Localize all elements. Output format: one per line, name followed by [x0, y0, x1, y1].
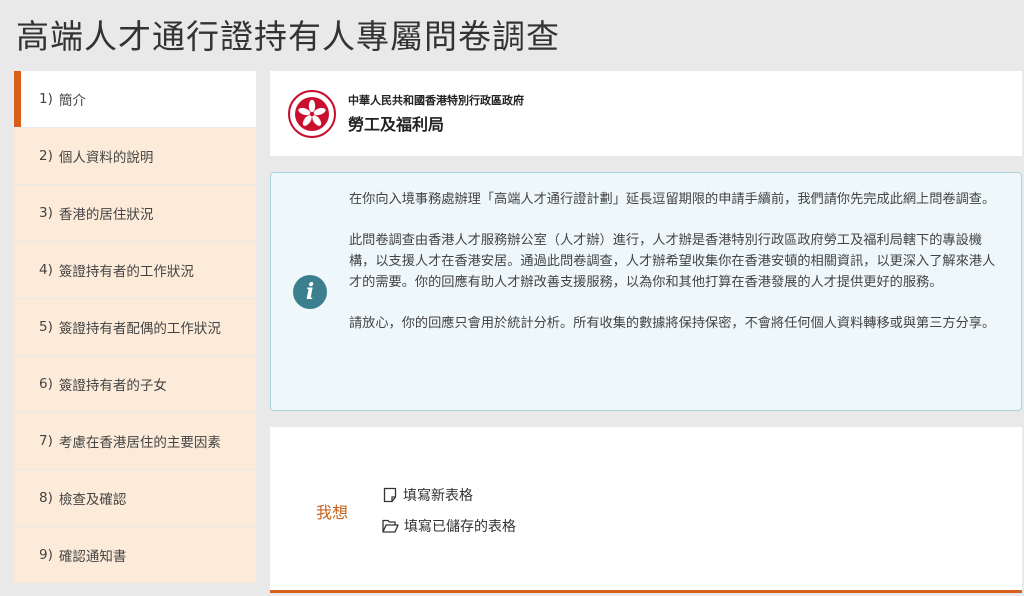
- new-document-icon: [383, 487, 397, 503]
- sidebar-step-children[interactable]: 6) 簽證持有者的子女: [14, 356, 256, 412]
- step-number: 9): [39, 547, 53, 563]
- saved-form-link[interactable]: 填寫已儲存的表格: [382, 516, 516, 536]
- folder-open-icon: [382, 519, 399, 533]
- step-label: 簽證持有者的工作狀況: [58, 264, 194, 280]
- bureau-name: 勞工及福利局: [348, 115, 445, 134]
- i-want-label: 我想: [316, 503, 349, 522]
- sidebar-step-spouse-work[interactable]: 5) 簽證持有者配偶的工作狀況: [14, 299, 256, 355]
- step-label: 檢查及確認: [58, 492, 127, 508]
- step-label: 簡介: [58, 93, 86, 109]
- sidebar-step-review[interactable]: 8) 檢查及確認: [14, 470, 256, 526]
- sidebar-step-holder-work[interactable]: 4) 簽證持有者的工作狀況: [14, 242, 256, 298]
- intro-paragraph: 此問卷調查由香港人才服務辦公室（人才辦）進行，人才辦是香港特別行政區政府勞工及福…: [349, 233, 996, 290]
- step-label: 簽證持有者配偶的工作狀況: [58, 321, 221, 337]
- step-number: 2): [39, 148, 53, 164]
- department-header: 中華人民共和國香港特別行政區政府 勞工及福利局: [270, 71, 1022, 156]
- new-form-link[interactable]: 填寫新表格: [382, 485, 473, 505]
- step-label: 香港的居住狀況: [58, 207, 154, 223]
- new-form-label: 填寫新表格: [403, 488, 473, 504]
- step-label: 確認通知書: [58, 549, 127, 565]
- hksar-emblem-icon: [288, 89, 336, 138]
- department-name: 中華人民共和國香港特別行政區政府 勞工及福利局: [348, 92, 524, 135]
- step-number: 7): [39, 433, 53, 449]
- sidebar-step-residence[interactable]: 3) 香港的居住狀況: [14, 185, 256, 241]
- step-number: 1): [39, 91, 53, 107]
- intro-info-panel: i 在你向入境事務處辦理「高端人才通行證計劃」延長逗留期限的申請手續前，我們請你…: [270, 172, 1022, 411]
- step-label: 個人資料的說明: [58, 150, 154, 166]
- sidebar-step-factors[interactable]: 7) 考慮在香港居住的主要因素: [14, 413, 256, 469]
- sidebar-step-intro[interactable]: 1) 簡介: [14, 71, 256, 127]
- step-label: 簽證持有者的子女: [58, 378, 167, 394]
- government-name: 中華人民共和國香港特別行政區政府: [348, 94, 524, 107]
- step-number: 6): [39, 376, 53, 392]
- step-number: 5): [39, 319, 53, 335]
- intro-paragraph: 在你向入境事務處辦理「高端人才通行證計劃」延長逗留期限的申請手續前，我們請你先完…: [349, 192, 996, 207]
- info-icon: i: [293, 275, 327, 309]
- step-number: 3): [39, 205, 53, 221]
- form-action-panel: 我想 填寫新表格 填寫已儲存的表格: [270, 427, 1022, 593]
- intro-paragraph: 請放心，你的回應只會用於統計分析。所有收集的數據將保持保密，不會將任何個人資料轉…: [349, 316, 996, 331]
- step-label: 考慮在香港居住的主要因素: [58, 435, 221, 451]
- step-number: 8): [39, 490, 53, 506]
- sidebar-step-personal-data[interactable]: 2) 個人資料的說明: [14, 128, 256, 184]
- step-sidebar: 1) 簡介 2) 個人資料的說明 3) 香港的居住狀況 4) 簽證持有者的工作狀…: [14, 71, 256, 584]
- step-number: 4): [39, 262, 53, 278]
- saved-form-label: 填寫已儲存的表格: [404, 519, 516, 535]
- sidebar-step-confirmation[interactable]: 9) 確認通知書: [14, 527, 256, 583]
- page-title: 高端人才通行證持有人專屬問卷調查: [16, 17, 560, 56]
- intro-text: 在你向入境事務處辦理「高端人才通行證計劃」延長逗留期限的申請手續前，我們請你先完…: [349, 189, 997, 334]
